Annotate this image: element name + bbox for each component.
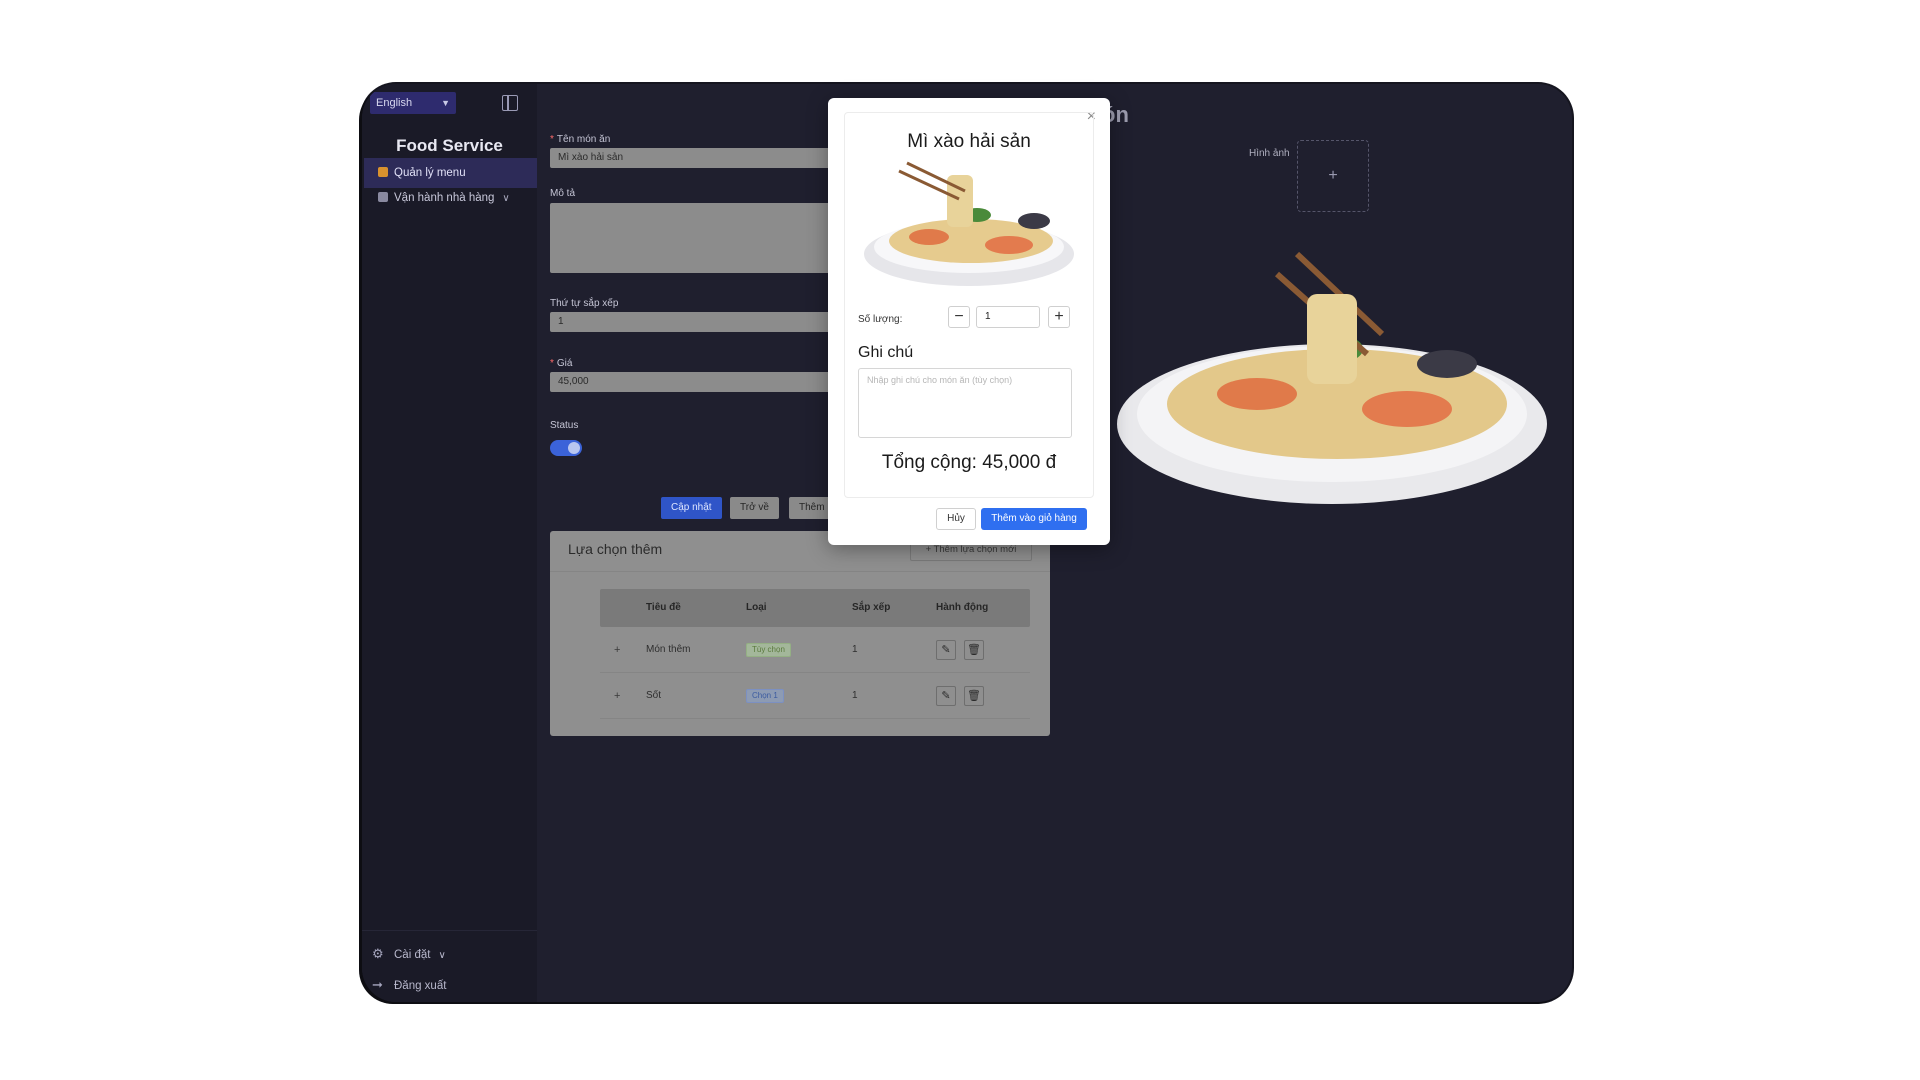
option-title: Sốt	[646, 690, 662, 701]
options-title: Lựa chọn thêm	[568, 541, 663, 557]
cancel-button[interactable]: Hủy	[936, 508, 976, 530]
note-textarea[interactable]: Nhập ghi chú cho món ăn (tùy chọn)	[858, 368, 1072, 438]
option-order: 1	[852, 690, 858, 701]
description-field[interactable]	[550, 203, 850, 273]
burger-icon	[378, 167, 388, 177]
order-label: Thứ tự sắp xếp	[550, 298, 619, 309]
expand-row-icon[interactable]: +	[614, 673, 620, 719]
image-label: Hình ảnh	[1249, 148, 1290, 159]
logout-button[interactable]: ➞ Đăng xuất	[372, 977, 446, 993]
expand-row-icon[interactable]: +	[614, 627, 620, 673]
table-row: + Sốt Chọn 1 1 ✎ 🗑	[600, 673, 1030, 719]
sidebar-item-restaurant[interactable]: Vận hành nhà hàng ∨	[364, 183, 537, 213]
option-type-tag: Chọn 1	[746, 689, 784, 703]
brand-title: Food Service	[396, 136, 503, 155]
quantity-label: Số lượng:	[858, 314, 903, 325]
description-label: Mô tả	[550, 188, 576, 199]
language-select[interactable]: English ▼	[370, 92, 456, 114]
sidebar-item-label: Vận hành nhà hàng	[394, 192, 495, 204]
restaurant-icon	[378, 192, 388, 202]
update-button[interactable]: Cập nhật	[661, 497, 722, 519]
dish-image-large	[1117, 251, 1547, 504]
settings-label: Cài đặt	[394, 949, 431, 961]
name-label: * Tên món ăn	[550, 134, 611, 145]
settings-menu[interactable]: ⚙ Cài đặt ∨	[372, 946, 446, 962]
add-new-button[interactable]: Thêm r	[789, 497, 833, 519]
column-header: Tiêu đề	[646, 602, 681, 613]
sidebar-item-label: Quản lý menu	[394, 167, 466, 179]
sidebar: English ▼ Food Service Quản lý menu Vận …	[362, 84, 537, 1002]
chevron-down-icon: ▼	[441, 98, 450, 108]
column-header: Sắp xếp	[852, 602, 891, 613]
dish-image	[864, 161, 1074, 286]
column-header: Hành động	[936, 602, 989, 613]
increase-quantity-button[interactable]: +	[1048, 306, 1070, 328]
logout-icon: ➞	[372, 977, 383, 992]
chevron-down-icon: ∨	[502, 193, 510, 204]
chevron-down-icon: ∨	[438, 950, 446, 961]
option-order: 1	[852, 644, 858, 655]
image-upload[interactable]: +	[1297, 140, 1369, 212]
edit-icon[interactable]: ✎	[936, 686, 956, 706]
gear-icon: ⚙	[372, 946, 384, 961]
options-card: Lựa chọn thêm + Thêm lựa chọn mới Tiêu đ…	[550, 531, 1050, 736]
name-field[interactable]: Mì xào hải sản	[550, 148, 850, 168]
back-button[interactable]: Trở về	[730, 497, 779, 519]
sidebar-divider	[362, 930, 537, 931]
modal-content: Mì xào hải sản	[844, 112, 1094, 498]
logout-label: Đăng xuất	[394, 980, 447, 992]
price-label: * Giá	[550, 358, 573, 369]
option-type-tag: Tùy chọn	[746, 643, 791, 657]
trash-icon[interactable]: 🗑	[964, 686, 984, 706]
status-label: Status	[550, 420, 579, 431]
trash-icon[interactable]: 🗑	[964, 640, 984, 660]
options-table-header: Tiêu đề Loại Sắp xếp Hành động	[600, 589, 1030, 627]
quantity-input[interactable]: 1	[976, 306, 1040, 328]
status-toggle[interactable]	[550, 440, 582, 456]
decrease-quantity-button[interactable]: −	[948, 306, 970, 328]
modal-title: Mì xào hải sản	[907, 131, 1031, 152]
price-field[interactable]: 45,000	[550, 372, 850, 392]
note-title: Ghi chú	[858, 344, 914, 361]
sidebar-collapse-icon[interactable]	[502, 95, 518, 111]
language-value: English	[376, 97, 413, 109]
add-to-cart-button[interactable]: Thêm vào giỏ hàng	[981, 508, 1087, 530]
plus-icon: +	[925, 544, 934, 555]
column-header: Loại	[746, 602, 767, 613]
card-divider	[550, 571, 1050, 572]
order-total: Tổng cộng: 45,000 đ	[881, 452, 1057, 473]
edit-icon[interactable]: ✎	[936, 640, 956, 660]
option-title: Món thêm	[646, 644, 691, 655]
order-field[interactable]: 1	[550, 312, 850, 332]
table-row: + Món thêm Tùy chọn 1 ✎ 🗑	[600, 627, 1030, 673]
